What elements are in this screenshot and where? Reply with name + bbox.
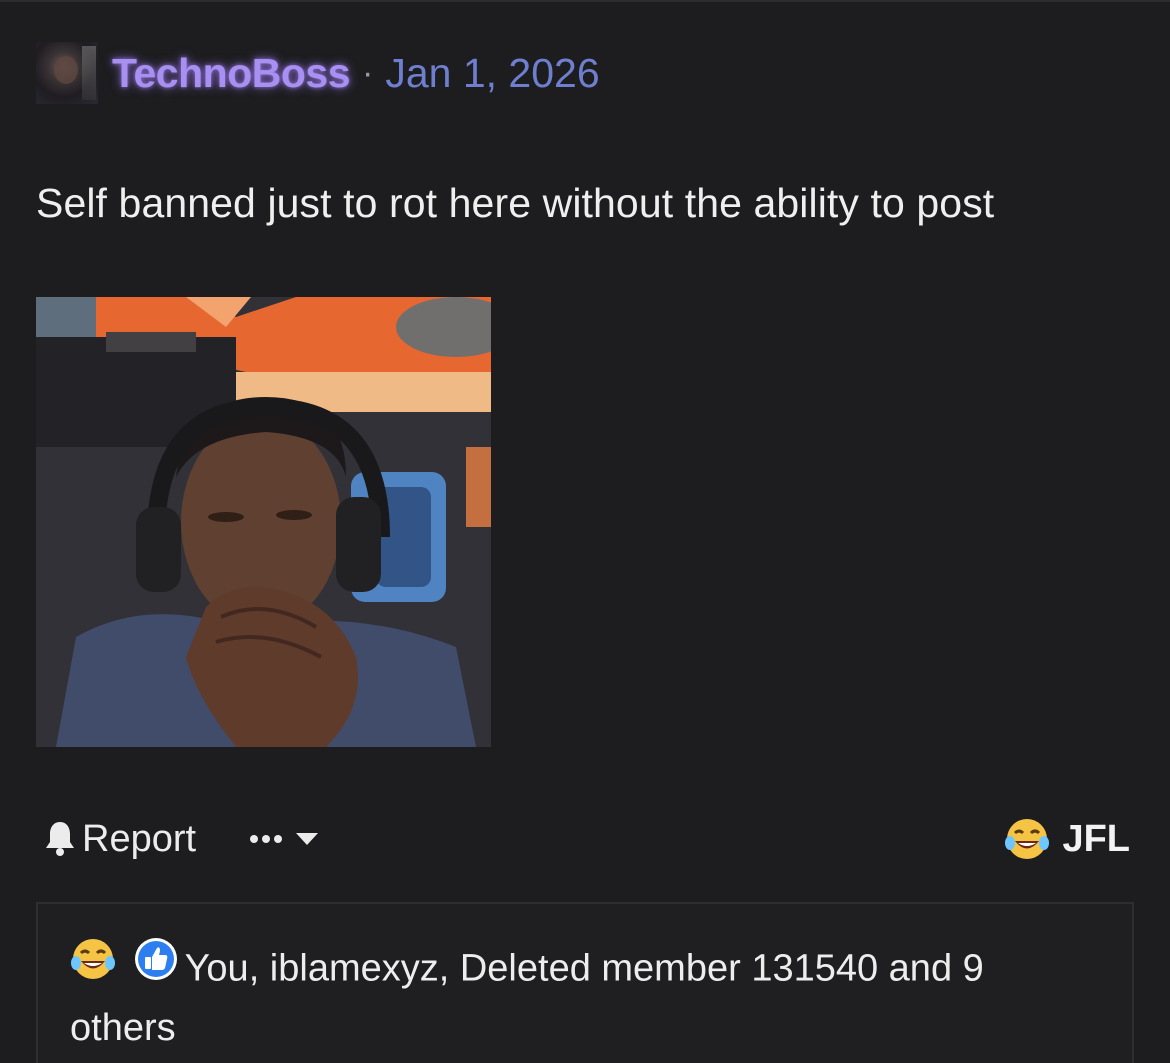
more-options-button[interactable] (248, 831, 320, 847)
caret-down-icon (296, 833, 319, 845)
reactions-summary: You, iblamexyz, Deleted member 131540 an… (70, 938, 1030, 1055)
author-username[interactable]: TechnoBoss (112, 50, 351, 97)
laughing-crying-emoji-icon (1005, 819, 1050, 859)
post-header: TechnoBoss · Jan 1, 2026 (36, 40, 600, 106)
report-label: Report (82, 817, 197, 860)
reaction-label: JFL (1062, 817, 1130, 860)
bell-icon (46, 822, 74, 856)
reaction-button[interactable]: JFL (1004, 816, 1130, 862)
user-avatar[interactable] (36, 42, 98, 104)
ellipsis-icon (250, 835, 283, 843)
laughing-crying-emoji-icon (70, 936, 116, 997)
reactions-summary-box[interactable]: You, iblamexyz, Deleted member 131540 an… (36, 902, 1134, 1063)
post-message: Self banned just to rot here without the… (36, 180, 995, 226)
post-gif-image[interactable] (36, 297, 491, 747)
post-date[interactable]: Jan 1, 2026 (385, 50, 599, 97)
gif-illustration (36, 297, 491, 747)
post-card: TechnoBoss · Jan 1, 2026 Self banned jus… (0, 0, 1170, 1063)
post-actions-bar: Report JFL (44, 814, 1130, 864)
report-button[interactable]: Report (44, 818, 196, 861)
reactions-summary-text[interactable]: You, iblamexyz, Deleted member 131540 an… (70, 948, 984, 1049)
header-separator: · (362, 53, 374, 92)
thumbs-up-icon (133, 936, 179, 997)
